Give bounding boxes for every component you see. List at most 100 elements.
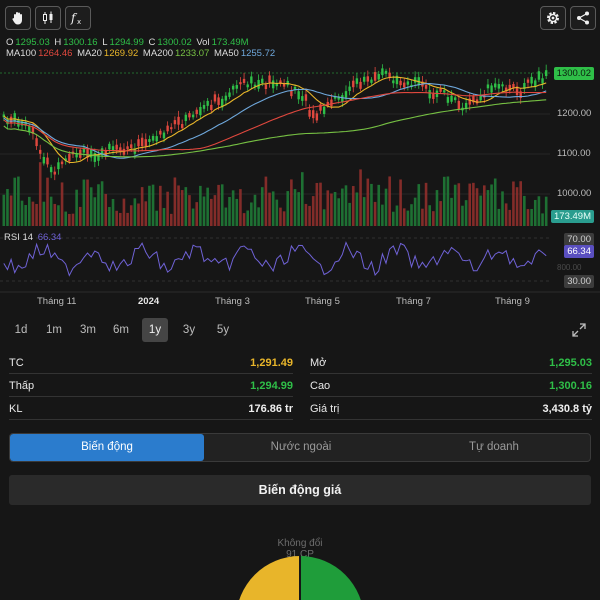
info-row-thap: Thấp 1,294.99 (9, 375, 293, 397)
volume-bar (490, 184, 493, 226)
candle-body (9, 116, 13, 124)
volume-bar (148, 185, 151, 226)
tab-nuoc-ngoai[interactable]: Nước ngoài (204, 434, 398, 461)
volume-bar (344, 185, 348, 226)
kl-value: 176.86 tr (248, 403, 293, 415)
chart-type-button[interactable] (35, 6, 61, 30)
volume-bar (508, 209, 512, 226)
svg-text:x: x (77, 18, 81, 26)
candle-body (530, 76, 533, 84)
volume-bar (71, 213, 75, 226)
candle-body (217, 97, 220, 105)
candle-body (162, 132, 166, 139)
info-row-mo: Mở 1,295.03 (310, 352, 592, 374)
volume-bar (428, 205, 431, 226)
close-label: C (148, 37, 156, 48)
volume-bar (28, 196, 31, 226)
volume-bar (341, 188, 344, 226)
volume-bar (20, 200, 24, 226)
tab-tu-doanh[interactable]: Tự doanh (398, 434, 590, 461)
candle-body (97, 154, 100, 161)
volume-bar (119, 212, 122, 226)
volume-bar (2, 194, 6, 226)
price-chart[interactable]: 1200.00 1100.00 1000.00 1300.02 173.49M … (0, 56, 600, 307)
candle-body (188, 113, 191, 118)
candle-body (497, 84, 501, 89)
volume-bar (530, 208, 533, 226)
volume-bar (308, 205, 311, 226)
rsi-value-tag: 66.34 (564, 245, 594, 258)
volume-bar (523, 195, 526, 226)
volume-bar (544, 196, 548, 226)
volume-bar (195, 202, 199, 226)
volume-bar (501, 191, 504, 226)
candle-body (355, 78, 359, 84)
timeframe-1y[interactable]: 1y (142, 318, 168, 342)
timeframe-1m[interactable]: 1m (41, 318, 67, 342)
settings-button[interactable] (540, 6, 566, 30)
candle-body (159, 130, 162, 135)
candle-body (53, 171, 56, 175)
volume-bar (210, 198, 213, 226)
volume-bar (479, 195, 482, 226)
candle-body (501, 84, 504, 87)
volume-bar (253, 194, 257, 226)
price-axis-label: 1100.00 (557, 148, 591, 159)
volume-bar (213, 195, 217, 226)
timeframe-3y[interactable]: 3y (176, 318, 202, 342)
volume-bar (6, 189, 9, 226)
volume-bar (100, 181, 104, 226)
price-axis-label: 1200.00 (557, 108, 592, 119)
hand-tool-button[interactable] (5, 6, 31, 30)
candle-body (381, 68, 384, 76)
candle-body (362, 76, 366, 82)
candle-body (301, 96, 304, 101)
candle-body (399, 80, 402, 86)
time-axis-label: 2024 (138, 296, 160, 307)
volume-bar (366, 178, 370, 226)
indicator-button[interactable]: fx (65, 6, 91, 30)
timeframe-6m[interactable]: 6m (108, 318, 134, 342)
volume-bar (250, 202, 253, 226)
volume-bar (257, 207, 260, 226)
volume-bar (217, 184, 220, 226)
candle-body (228, 92, 231, 97)
ohlc-readout: O 1295.03 H 1300.16 L 1294.99 C 1300.02 Vol 1… (6, 37, 251, 48)
candle-body (261, 78, 264, 84)
mo-label: Mở (310, 357, 327, 369)
high-value: 1300.16 (63, 37, 98, 48)
candle-body (250, 76, 253, 84)
candle-body (446, 97, 450, 103)
thap-label: Thấp (9, 380, 35, 392)
volume-bar (497, 208, 501, 226)
candle-body (428, 90, 431, 99)
timeframe-3m[interactable]: 3m (75, 318, 101, 342)
timeframe-5y[interactable]: 5y (210, 318, 236, 342)
timeframe-1d[interactable]: 1d (8, 318, 34, 342)
rsi-low-level: 30.00 (564, 275, 594, 288)
share-icon (575, 10, 591, 26)
volume-bar (475, 188, 479, 226)
rsi-label: RSI 14 (4, 232, 34, 243)
volume-bar (140, 187, 144, 226)
volume-bar (155, 210, 158, 226)
volume-bar (381, 204, 384, 226)
tc-value: 1,291.49 (250, 357, 293, 369)
volume-bar (75, 189, 78, 226)
tab-bien-dong[interactable]: Biến động (10, 434, 204, 461)
candle-body (490, 85, 493, 93)
hand-icon (10, 10, 26, 26)
candle-body (290, 90, 293, 97)
volume-bar (351, 186, 355, 226)
chart-canvas (0, 64, 600, 293)
expand-icon[interactable] (572, 323, 586, 342)
volume-bar (82, 179, 86, 226)
volume-bar (333, 191, 337, 226)
share-button[interactable] (570, 6, 596, 30)
volume-bar (162, 208, 166, 226)
volume-bar (184, 187, 188, 226)
volume-bar (330, 193, 333, 226)
volume-bar (129, 205, 133, 226)
timeframe-selector: 1d 1m 3m 6m 1y 3y 5y (8, 318, 592, 342)
volume-bar (151, 184, 155, 226)
